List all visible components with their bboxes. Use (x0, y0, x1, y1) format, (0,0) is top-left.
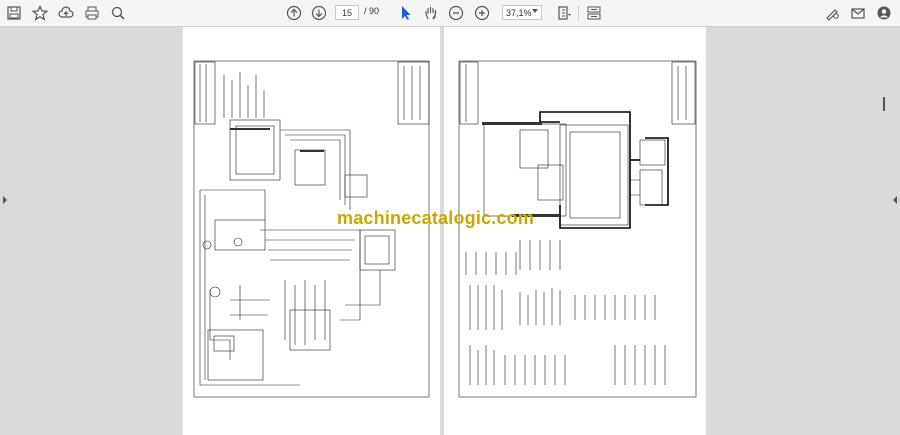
left-page-frame (193, 60, 430, 398)
watermark-text: machinecatalogic.com (337, 208, 535, 228)
